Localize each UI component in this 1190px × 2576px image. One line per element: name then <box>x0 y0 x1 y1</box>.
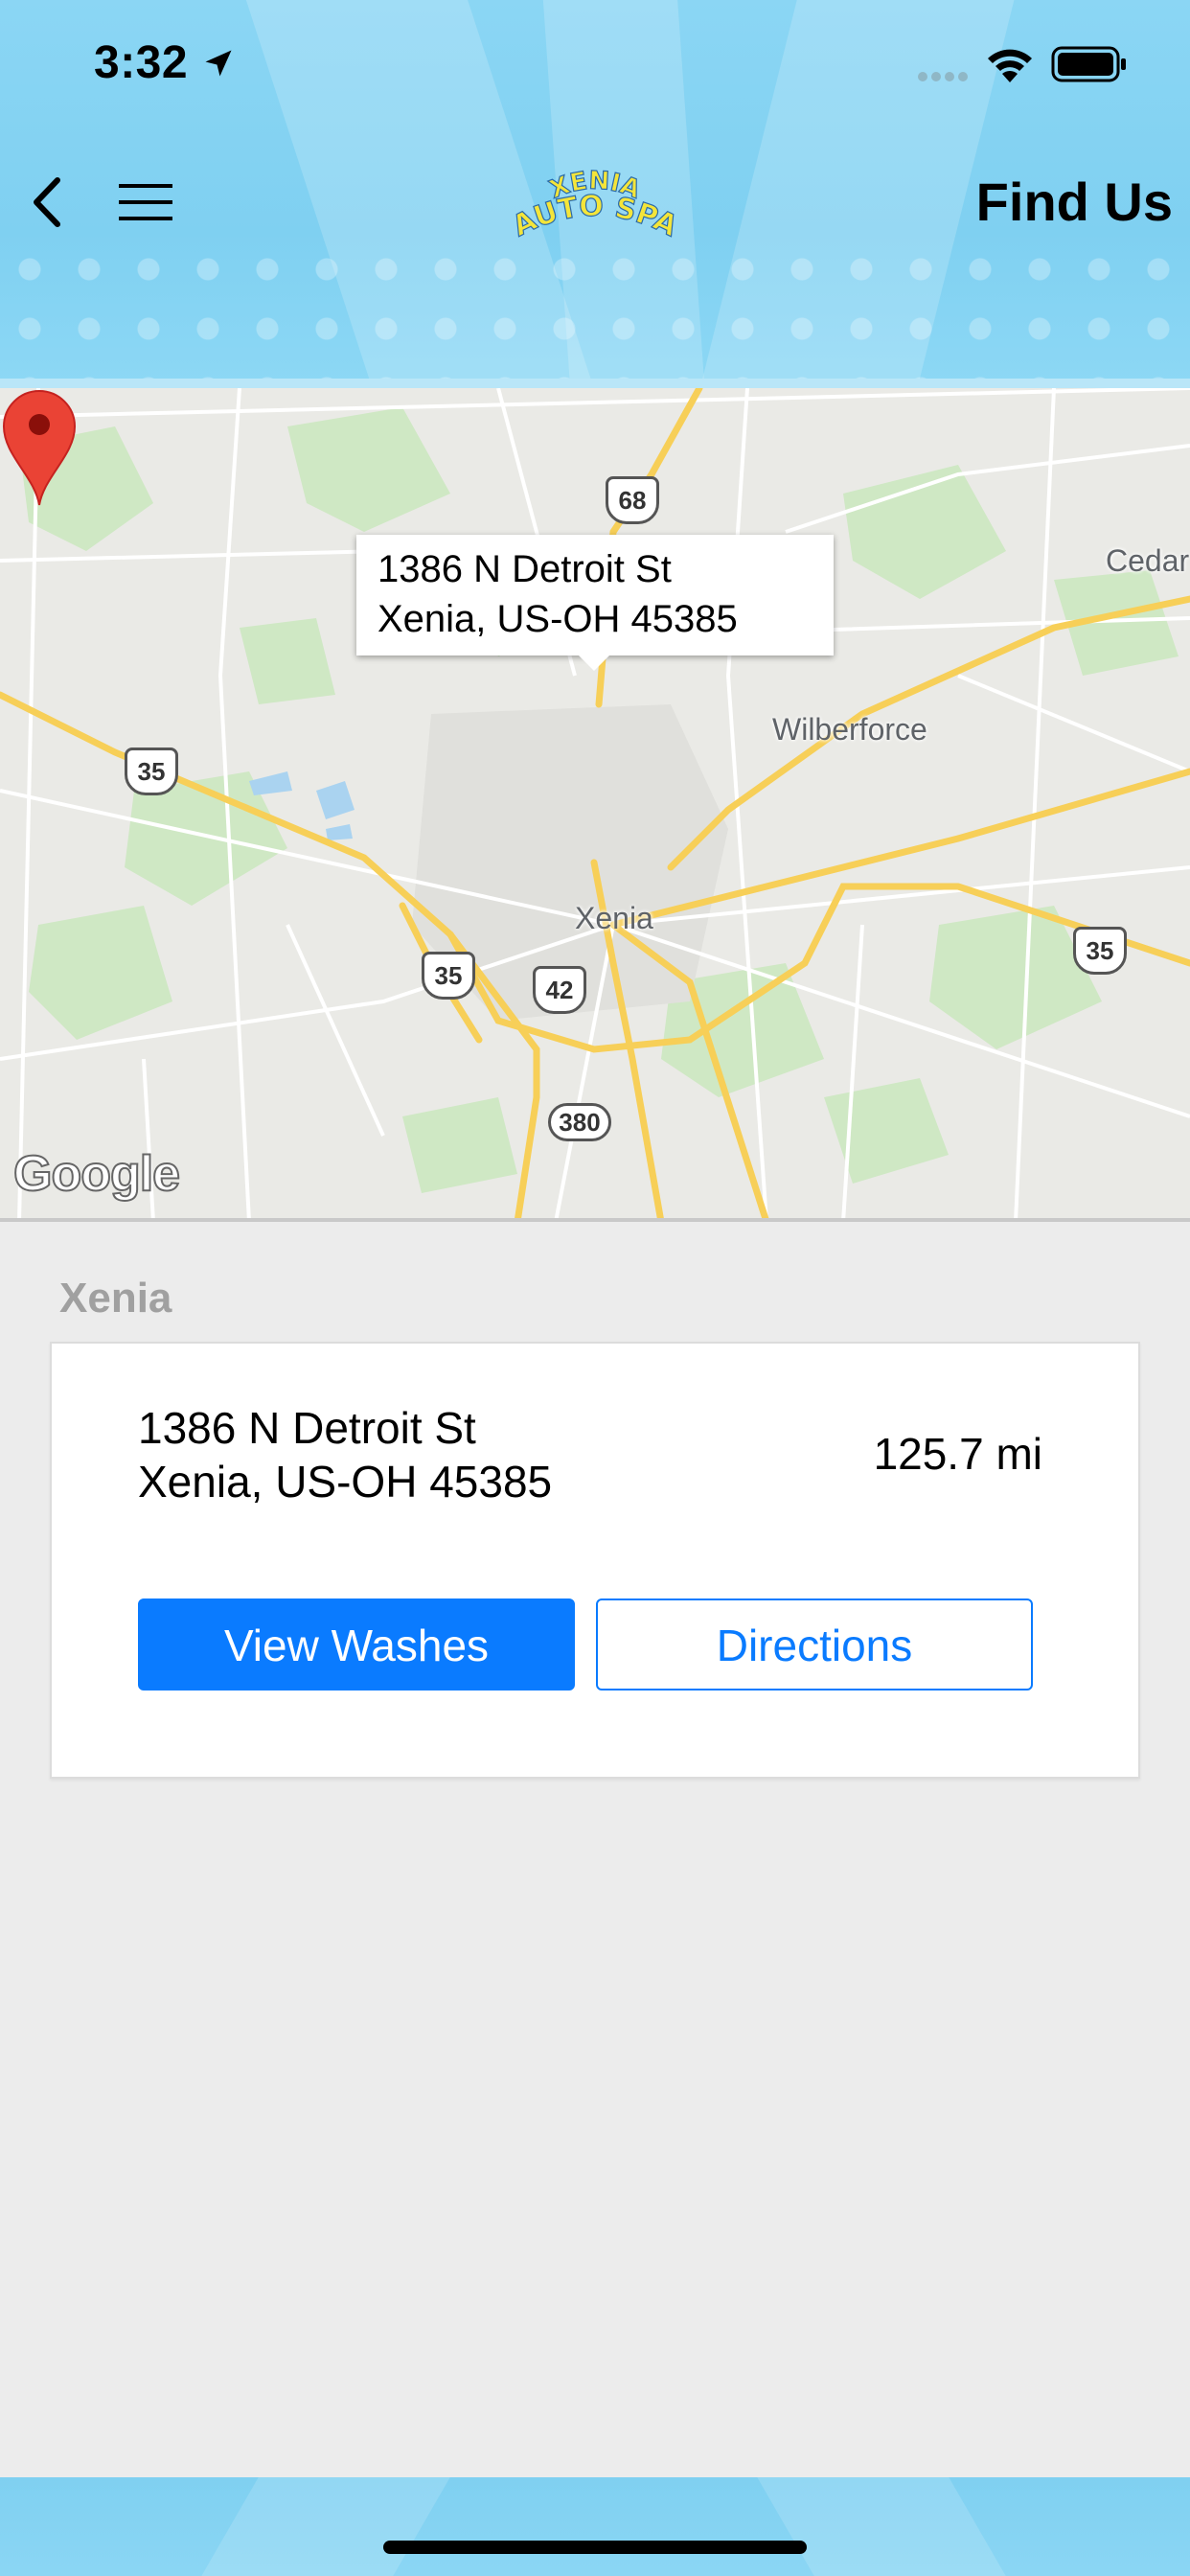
callout-line1: 1386 N Detroit St <box>378 548 672 590</box>
route-shield-us35-south: 35 <box>422 952 475 1000</box>
status-time: 3:32 <box>94 37 189 88</box>
xenia-auto-spa-logo: XENIA AUTO SPA <box>508 166 682 244</box>
svg-text:AUTO SPA: AUTO SPA <box>508 190 682 244</box>
map-label-xenia: Xenia <box>575 901 653 935</box>
map-view[interactable]: Wilberforce Xenia Cedar 68 35 35 42 35 3… <box>0 388 1190 1222</box>
map-info-window[interactable]: 1386 N Detroit St Xenia, US-OH 45385 <box>356 535 834 671</box>
view-washes-button[interactable]: View Washes <box>138 1598 575 1690</box>
status-bar: 3:32 <box>0 0 1190 129</box>
route-shield-us42: 42 <box>533 966 586 1014</box>
header-divider <box>0 379 1190 388</box>
callout-line2: Xenia, US-OH 45385 <box>378 598 738 640</box>
menu-button[interactable] <box>115 178 176 226</box>
map-tiles[interactable] <box>0 388 1190 1222</box>
back-button[interactable] <box>21 169 79 236</box>
location-distance: 125.7 mi <box>873 1429 1042 1479</box>
footer-ray <box>201 2477 450 2576</box>
battery-icon <box>1051 46 1126 82</box>
header-pattern <box>0 240 1190 388</box>
google-attribution-logo: Google <box>12 1145 181 1203</box>
wifi-icon <box>988 49 1032 82</box>
route-shield-us35-east: 35 <box>1073 927 1127 975</box>
location-arrow-icon <box>205 50 232 77</box>
route-shield-sr380: 380 <box>548 1103 611 1141</box>
address-line2: Xenia, US-OH 45385 <box>138 1457 553 1506</box>
address-line1: 1386 N Detroit St <box>138 1403 476 1453</box>
location-address: 1386 N Detroit St Xenia, US-OH 45385 <box>138 1401 552 1508</box>
map-label-cedar: Cedar <box>1106 543 1190 578</box>
route-shield-us68: 68 <box>606 476 659 524</box>
home-indicator[interactable] <box>383 2541 807 2554</box>
page-title: Find Us <box>975 172 1173 232</box>
map-label-wilberforce: Wilberforce <box>772 712 927 747</box>
map-pin-icon[interactable] <box>0 388 79 507</box>
cellular-signal-icon <box>918 69 972 86</box>
app-header: 3:32 XENIA AUTO SPA Find Us <box>0 0 1190 388</box>
section-title: Xenia <box>59 1275 172 1322</box>
footer-ray <box>757 2477 1006 2576</box>
directions-button[interactable]: Directions <box>596 1598 1033 1690</box>
route-shield-us35-west: 35 <box>125 748 178 795</box>
location-card: 1386 N Detroit St Xenia, US-OH 45385 125… <box>50 1342 1140 1779</box>
bottom-bar <box>0 2477 1190 2576</box>
